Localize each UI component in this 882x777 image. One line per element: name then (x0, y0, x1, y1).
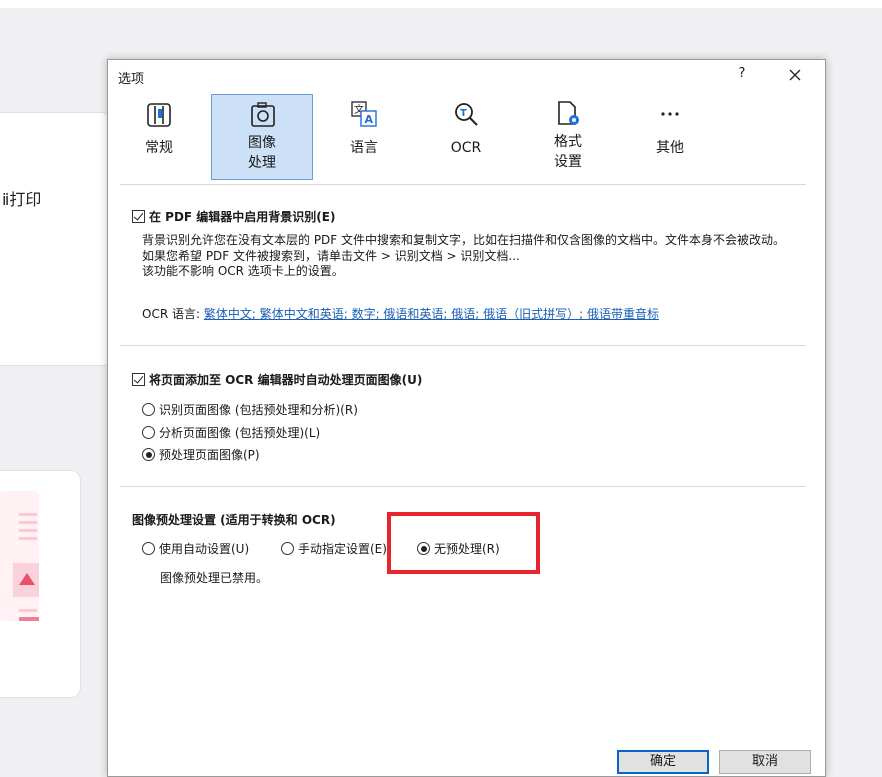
preprocessing-status: 图像预处理已禁用。 (160, 571, 269, 585)
divider (120, 486, 806, 487)
tab-label: OCR (450, 140, 482, 156)
radio-label: 分析页面图像 (包括预处理)(L) (159, 426, 321, 440)
radio-label: 使用自动设置(U) (159, 542, 250, 556)
checkbox-label: 在 PDF 编辑器中启用背景识别(E) (149, 210, 336, 224)
preprocessing-settings-title: 图像预处理设置 (适用于转换和 OCR) (132, 513, 336, 527)
tab-format-settings[interactable]: 格式 设置 (517, 94, 619, 180)
tab-other[interactable]: 其他 (619, 94, 721, 180)
dialog-title: 选项 (118, 72, 145, 87)
general-settings-icon (145, 100, 173, 128)
radio-label: 预处理页面图像(P) (159, 448, 260, 462)
help-button[interactable]: ? (736, 66, 748, 81)
divider (120, 184, 806, 185)
radio-label: 识别页面图像 (包括预处理和分析)(R) (159, 403, 358, 417)
radio-icon (281, 542, 294, 555)
tab-language[interactable]: 文 A 语言 (313, 94, 415, 180)
radio-icon (142, 542, 155, 555)
pdf-document-illustration (0, 491, 39, 621)
options-dialog: 选项 ? 常规 图像 处理 文 A 语言 T OCR 格式 设置 其他 在 PD… (107, 59, 826, 777)
radio-auto-settings[interactable]: 使用自动设置(U) (142, 540, 249, 557)
app-top-bar (0, 0, 882, 8)
radio-analyze-page-images[interactable]: 分析页面图像 (包括预处理)(L) (142, 424, 320, 441)
language-icon: 文 A (350, 100, 378, 128)
tab-general[interactable]: 常规 (108, 94, 210, 180)
highlight-box (387, 512, 540, 574)
tab-label: 格式 设置 (554, 134, 582, 170)
background-card-label: ⅱ打印 (2, 190, 42, 209)
close-icon[interactable] (786, 66, 804, 84)
cancel-button[interactable]: 取消 (719, 750, 811, 774)
tab-label: 其他 (656, 140, 684, 156)
radio-selected-icon (142, 448, 155, 461)
svg-text:A: A (365, 113, 374, 126)
background-card[interactable] (0, 112, 112, 366)
checkbox-label: 将页面添加至 OCR 编辑器时自动处理页面图像(U) (149, 373, 423, 387)
ocr-language-label: OCR 语言: (142, 307, 201, 321)
ocr-language-link[interactable]: 繁体中文; 繁体中文和英语; 数字; 俄语和英语; 俄语; 俄语（旧式拼写）; … (204, 307, 659, 321)
radio-label: 手动指定设置(E) (298, 542, 387, 556)
tab-bar: 常规 图像 处理 文 A 语言 T OCR 格式 设置 其他 (108, 94, 825, 184)
background-card-2[interactable] (0, 470, 81, 698)
checkbox-checked-icon (132, 210, 145, 223)
radio-recognize-page-images[interactable]: 识别页面图像 (包括预处理和分析)(R) (142, 401, 358, 418)
radio-preprocess-page-images[interactable]: 预处理页面图像(P) (142, 446, 260, 463)
checkbox-checked-icon (132, 373, 145, 386)
tab-label: 语言 (350, 140, 378, 156)
tab-label: 常规 (145, 140, 173, 156)
more-icon (656, 100, 684, 128)
tab-ocr[interactable]: T OCR (415, 94, 517, 180)
ok-button[interactable]: 确定 (617, 750, 709, 774)
svg-text:T: T (460, 108, 467, 119)
background-recognition-note: 该功能不影响 OCR 选项卡上的设置。 (142, 264, 344, 278)
background-recognition-checkbox[interactable]: 在 PDF 编辑器中启用背景识别(E) (132, 208, 335, 225)
radio-icon (142, 403, 155, 416)
tab-image-processing[interactable]: 图像 处理 (211, 94, 313, 180)
format-settings-icon (554, 100, 582, 128)
ocr-icon: T (452, 100, 480, 128)
auto-process-checkbox[interactable]: 将页面添加至 OCR 编辑器时自动处理页面图像(U) (132, 371, 422, 388)
background-recognition-description: 背景识别允许您在没有文本层的 PDF 文件中搜索和复制文字，比如在扫描件和仅含图… (142, 233, 786, 263)
ocr-language-row: OCR 语言: 繁体中文; 繁体中文和英语; 数字; 俄语和英语; 俄语; 俄语… (142, 305, 659, 322)
radio-icon (142, 426, 155, 439)
camera-icon (249, 101, 277, 129)
tab-label: 图像 处理 (248, 135, 276, 171)
radio-manual-settings[interactable]: 手动指定设置(E) (281, 540, 387, 557)
divider (120, 345, 806, 346)
